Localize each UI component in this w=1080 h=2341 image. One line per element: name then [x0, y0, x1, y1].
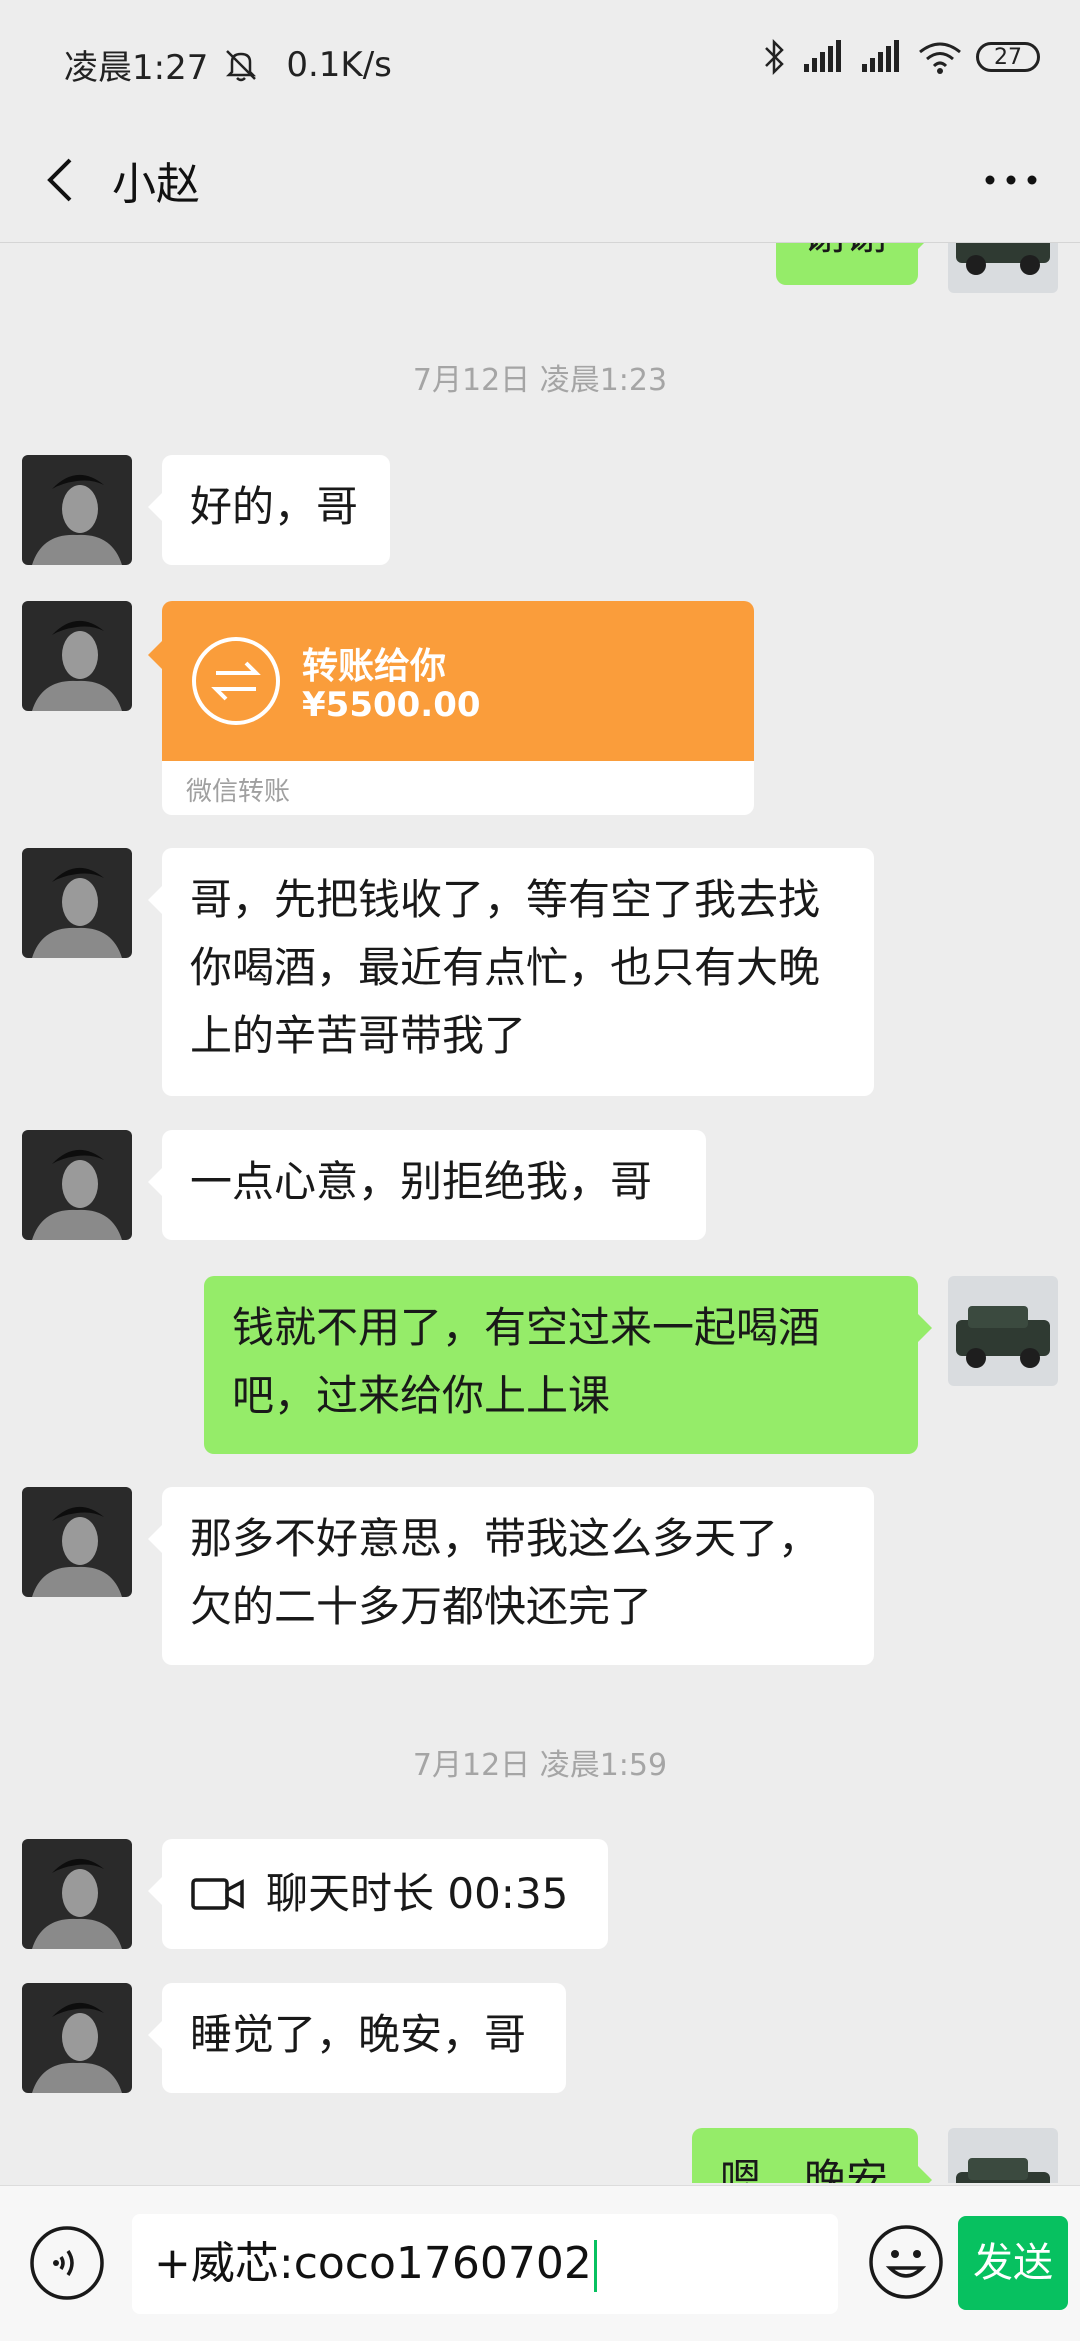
- timestamp: 7月12日 凌晨1:59: [412, 1748, 668, 1783]
- transfer-label: 微信转账: [186, 777, 291, 807]
- message-bubble-sent[interactable]: 嗯，晚安: [692, 2128, 932, 2183]
- message-bubble-received[interactable]: 睡觉了，晚安，哥: [148, 1983, 566, 2093]
- message-bubble-received[interactable]: 好的，哥: [148, 455, 390, 565]
- message-input-value: +威芯:coco1760702: [154, 2238, 592, 2289]
- message-text: 好的，哥: [190, 482, 359, 531]
- battery-level: 27: [994, 44, 1022, 70]
- contact-avatar[interactable]: [22, 1983, 132, 2093]
- message-bubble-received[interactable]: 那多不好意思，带我这么多天了， 欠的二十多万都快还完了: [148, 1487, 874, 1665]
- input-bar: +威芯:coco1760702 发送: [0, 2185, 1080, 2341]
- video-call-record[interactable]: 聊天时长 00:35: [148, 1839, 608, 1949]
- message-text: 睡觉了，晚安，哥: [190, 2010, 527, 2059]
- emoji-icon[interactable]: [866, 2222, 946, 2302]
- battery-icon: 27: [976, 42, 1040, 72]
- mute-bell-icon: [226, 49, 257, 81]
- voice-input-icon[interactable]: [28, 2224, 106, 2302]
- contact-name: 小赵: [112, 159, 200, 210]
- transfer-card[interactable]: 转账给你 ¥5500.00 微信转账: [162, 601, 754, 815]
- back-arrow-icon[interactable]: [34, 148, 94, 212]
- contact-avatar[interactable]: [22, 1130, 132, 1240]
- message-text-line: 吧，过来给你上上课: [232, 1371, 611, 1420]
- message-text-line: 那多不好意思，带我这么多天了，: [190, 1514, 821, 1563]
- message-text-line: 钱就不用了，有空过来一起喝酒: [232, 1303, 821, 1352]
- contact-avatar[interactable]: [22, 601, 132, 711]
- message-input[interactable]: +威芯:coco1760702: [132, 2214, 838, 2314]
- message-text-line: 欠的二十多万都快还完了: [190, 1582, 653, 1631]
- text-caret: [593, 2240, 597, 2292]
- bluetooth-icon: [765, 38, 784, 76]
- status-time: 凌晨1:27: [64, 48, 209, 88]
- transfer-amount: ¥5500.00: [302, 685, 481, 725]
- timestamp: 7月12日 凌晨1:23: [412, 363, 668, 398]
- transfer-title: 转账给你: [302, 646, 447, 687]
- message-text-line: 你喝酒，最近有点忙，也只有大晚: [190, 943, 821, 992]
- contact-avatar[interactable]: [22, 455, 132, 565]
- message-bubble-received[interactable]: 一点心意，别拒绝我，哥: [148, 1130, 706, 1240]
- message-text: 嗯，晚安: [720, 2155, 889, 2183]
- call-duration-text: 聊天时长 00:35: [266, 1869, 569, 1918]
- contact-avatar[interactable]: [22, 1839, 132, 1949]
- message-bubble-sent[interactable]: 谢谢: [776, 243, 932, 285]
- video-camera-icon: [191, 1878, 244, 1910]
- contact-avatar[interactable]: [22, 1487, 132, 1597]
- more-options-icon[interactable]: [976, 148, 1046, 212]
- message-text-line: 上的辛苦哥带我了: [190, 1011, 527, 1060]
- self-avatar[interactable]: [948, 2128, 1058, 2183]
- message-bubble-received[interactable]: 哥，先把钱收了，等有空了我去找 你喝酒，最近有点忙，也只有大晚 上的辛苦哥带我了: [148, 848, 874, 1096]
- message-text-line: 哥，先把钱收了，等有空了我去找: [190, 875, 821, 924]
- send-button[interactable]: 发送: [958, 2216, 1068, 2310]
- bubble-tail: [148, 641, 162, 669]
- wifi-icon: [919, 42, 961, 74]
- status-bar: 凌晨1:27 0.1K/s 27: [0, 0, 1080, 120]
- message-list[interactable]: 谢谢 7月12日 凌晨1:23 好的，哥: [0, 243, 1080, 2183]
- transfer-card-header: 转账给你 ¥5500.00: [162, 601, 754, 761]
- network-speed: 0.1K/s: [286, 44, 392, 85]
- signal-icon: [804, 40, 841, 72]
- self-avatar[interactable]: [948, 243, 1058, 293]
- message-text: 谢谢: [804, 243, 888, 259]
- signal-icon-2: [862, 40, 899, 72]
- transfer-arrows-icon: [192, 637, 280, 725]
- chat-header: 小赵: [0, 120, 1080, 243]
- self-avatar[interactable]: [948, 1276, 1058, 1386]
- message-bubble-sent[interactable]: 钱就不用了，有空过来一起喝酒 吧，过来给你上上课: [204, 1276, 932, 1454]
- message-text: 一点心意，别拒绝我，哥: [190, 1157, 653, 1206]
- transfer-footer: 微信转账: [162, 761, 754, 815]
- contact-avatar[interactable]: [22, 848, 132, 958]
